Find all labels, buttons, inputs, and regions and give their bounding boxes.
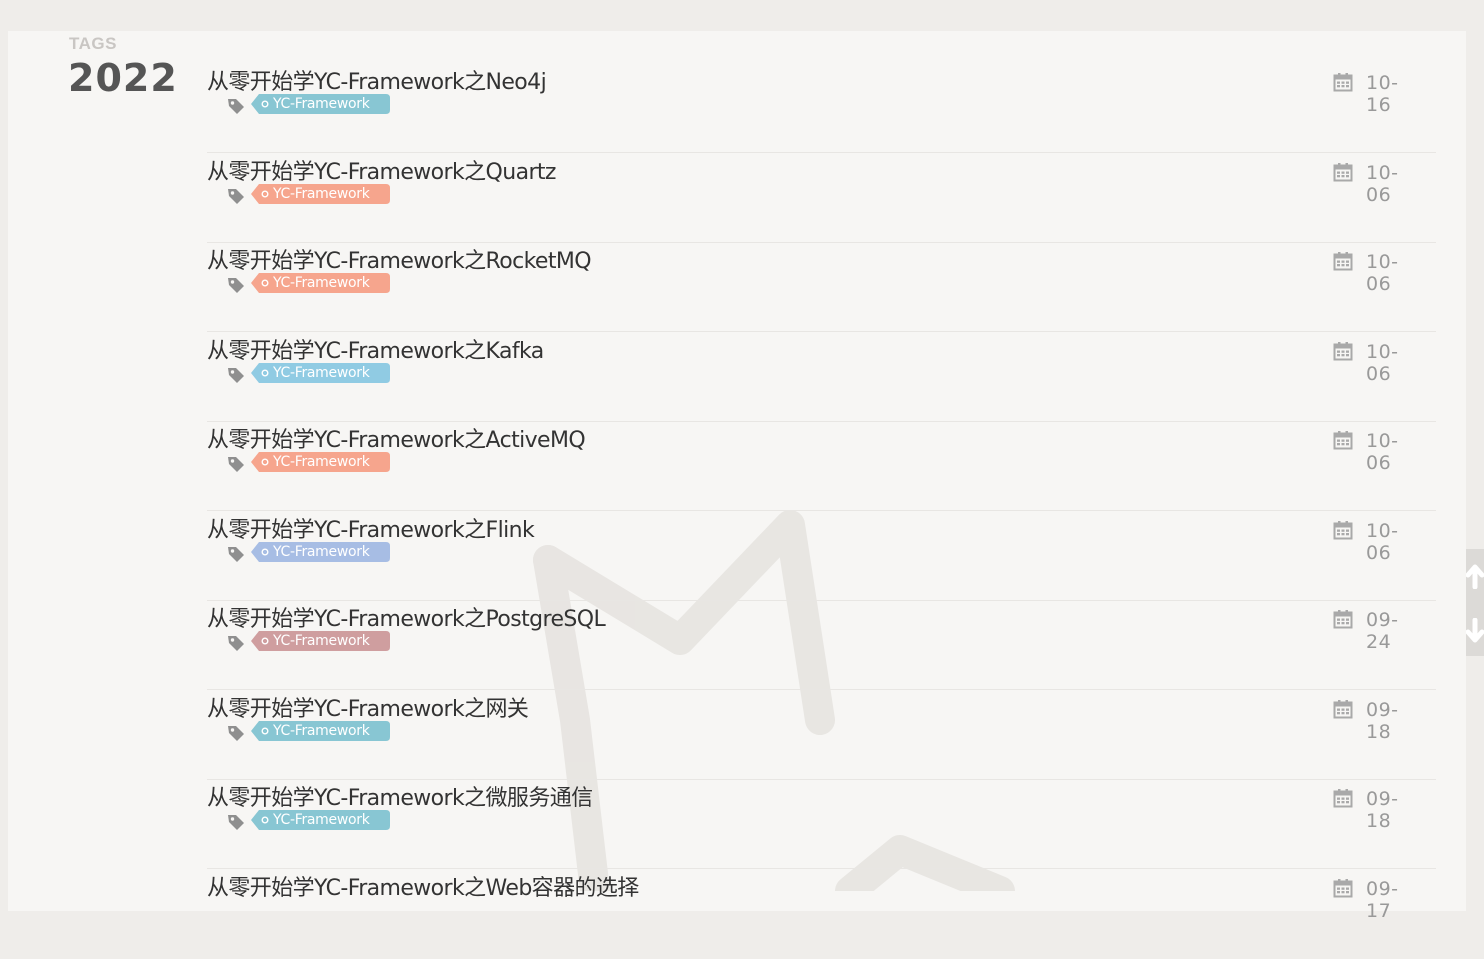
tag-label: YC-Framework xyxy=(273,544,370,560)
tag-icon xyxy=(226,723,246,743)
post-item: 从零开始学YC-Framework之Kafka YC-Framework 10-06 xyxy=(207,333,1436,422)
tag-badge[interactable]: YC-Framework xyxy=(251,452,390,472)
tag-badge[interactable]: YC-Framework xyxy=(251,273,390,293)
tag-label: YC-Framework xyxy=(273,365,370,381)
post-item: 从零开始学YC-Framework之Neo4j YC-Framework 10-16 xyxy=(207,64,1436,153)
post-date: 09-17 xyxy=(1366,878,1399,922)
tag-badge[interactable]: YC-Framework xyxy=(251,363,390,383)
post-divider xyxy=(207,868,1436,869)
arrow-down-icon xyxy=(1466,618,1484,643)
tag-label: YC-Framework xyxy=(273,633,370,649)
post-item: 从零开始学YC-Framework之微服务通信 YC-Framework 09-18 xyxy=(207,780,1436,869)
tag-badge[interactable]: YC-Framework xyxy=(251,810,390,830)
post-date-block: 10-16 xyxy=(1333,71,1423,116)
tag-icon xyxy=(226,812,246,832)
post-title[interactable]: 从零开始学YC-Framework之ActiveMQ xyxy=(207,422,586,454)
post-item: 从零开始学YC-Framework之网关 YC-Framework 09-18 xyxy=(207,691,1436,780)
post-divider xyxy=(207,510,1436,511)
post-date: 09-18 xyxy=(1366,699,1399,743)
post-title[interactable]: 从零开始学YC-Framework之Neo4j xyxy=(207,64,547,96)
arrow-up-icon xyxy=(1466,564,1484,589)
post-date-block: 09-18 xyxy=(1333,787,1423,832)
post-title[interactable]: 从零开始学YC-Framework之微服务通信 xyxy=(207,780,593,812)
tag-label: YC-Framework xyxy=(273,275,370,291)
post-divider xyxy=(207,331,1436,332)
post-item: 从零开始学YC-Framework之Web容器的选择 09-17 xyxy=(207,870,1436,959)
post-date-block: 10-06 xyxy=(1333,340,1423,385)
tag-label: YC-Framework xyxy=(273,723,370,739)
post-item: 从零开始学YC-Framework之Flink YC-Framework 10-06 xyxy=(207,512,1436,601)
tag-icon xyxy=(226,365,246,385)
tag-icon xyxy=(226,275,246,295)
post-date: 10-06 xyxy=(1366,251,1399,295)
scroll-down-button[interactable] xyxy=(1466,604,1484,656)
post-title[interactable]: 从零开始学YC-Framework之Kafka xyxy=(207,333,544,365)
post-item: 从零开始学YC-Framework之ActiveMQ YC-Framework 10… xyxy=(207,422,1436,511)
post-title[interactable]: 从零开始学YC-Framework之Web容器的选择 xyxy=(207,870,639,902)
post-date-block: 09-17 xyxy=(1333,877,1423,922)
tag-badge[interactable]: YC-Framework xyxy=(251,94,390,114)
post-divider xyxy=(207,152,1436,153)
post-date-block: 10-06 xyxy=(1333,519,1423,564)
post-title[interactable]: 从零开始学YC-Framework之网关 xyxy=(207,691,529,723)
post-date-block: 09-24 xyxy=(1333,608,1423,653)
post-date: 10-06 xyxy=(1366,520,1399,564)
post-title[interactable]: 从零开始学YC-Framework之Quartz xyxy=(207,154,556,186)
post-date-block: 10-06 xyxy=(1333,429,1423,474)
post-item: 从零开始学YC-Framework之PostgreSQL YC-Framework… xyxy=(207,601,1436,690)
post-date-block: 09-18 xyxy=(1333,698,1423,743)
post-date: 09-18 xyxy=(1366,788,1399,832)
post-item: 从零开始学YC-Framework之RocketMQ YC-Framework 10… xyxy=(207,243,1436,332)
post-date: 10-16 xyxy=(1366,72,1399,116)
post-title[interactable]: 从零开始学YC-Framework之PostgreSQL xyxy=(207,601,606,633)
post-date: 10-06 xyxy=(1366,341,1399,385)
tag-badge[interactable]: YC-Framework xyxy=(251,184,390,204)
tag-icon xyxy=(226,633,246,653)
section-label: TAGS xyxy=(69,34,117,53)
post-divider xyxy=(207,689,1436,690)
post-date: 10-06 xyxy=(1366,162,1399,206)
post-title[interactable]: 从零开始学YC-Framework之RocketMQ xyxy=(207,243,592,275)
post-date: 09-24 xyxy=(1366,609,1399,653)
post-date-block: 10-06 xyxy=(1333,161,1423,206)
archive-year: 2022 xyxy=(68,56,178,100)
tag-badge[interactable]: YC-Framework xyxy=(251,721,390,741)
tag-label: YC-Framework xyxy=(273,454,370,470)
tag-label: YC-Framework xyxy=(273,96,370,112)
scroll-up-button[interactable] xyxy=(1466,549,1484,601)
tag-icon xyxy=(226,544,246,564)
tag-label: YC-Framework xyxy=(273,186,370,202)
post-date-block: 10-06 xyxy=(1333,250,1423,295)
tag-icon xyxy=(226,96,246,116)
post-item: 从零开始学YC-Framework之Quartz YC-Framework 10-0… xyxy=(207,154,1436,243)
tag-badge[interactable]: YC-Framework xyxy=(251,542,390,562)
post-title[interactable]: 从零开始学YC-Framework之Flink xyxy=(207,512,535,544)
tag-label: YC-Framework xyxy=(273,812,370,828)
tag-icon xyxy=(226,186,246,206)
post-date: 10-06 xyxy=(1366,430,1399,474)
tag-badge[interactable]: YC-Framework xyxy=(251,631,390,651)
tag-icon xyxy=(226,454,246,474)
scroll-widget xyxy=(1466,549,1484,656)
